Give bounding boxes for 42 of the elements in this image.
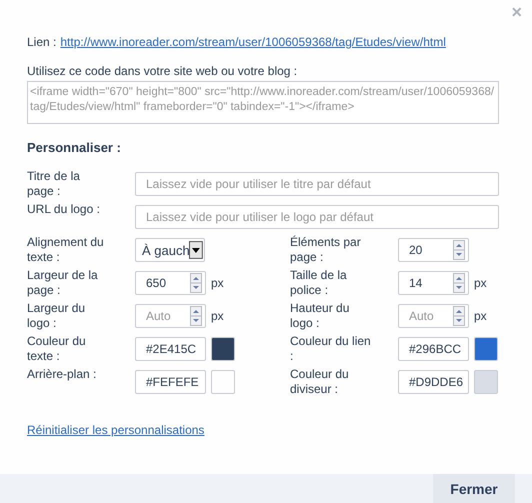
spinner-icon xyxy=(190,306,202,326)
color-field[interactable]: #2E415C xyxy=(135,337,206,361)
feed-link[interactable]: http://www.inoreader.com/stream/user/1006059368/tag/Etudes/view/html xyxy=(60,35,446,49)
embed-label: Utilisez ce code dans votre site web ou votre blog : xyxy=(27,64,298,78)
section-title: Personnaliser : xyxy=(27,140,122,155)
field-label: URL du logo : xyxy=(27,202,101,217)
caret-icon xyxy=(189,241,203,259)
number-field[interactable]: 20 xyxy=(398,238,469,262)
color-field[interactable]: #D9DDE6 xyxy=(398,370,469,394)
spinner-icon xyxy=(453,273,465,293)
alignment-dropdown[interactable]: À gauch xyxy=(135,238,205,262)
input-field[interactable]: Laissez vide pour utiliser le logo par défaut xyxy=(135,205,499,229)
unit-label: px xyxy=(211,276,224,290)
spinner-icon xyxy=(453,240,465,260)
close-dialog-button[interactable]: Fermer xyxy=(433,474,515,503)
spinner-icon xyxy=(190,273,202,293)
field-label: Couleur du texte : xyxy=(27,334,87,364)
unit-label: px xyxy=(211,309,224,323)
color-swatch[interactable] xyxy=(211,370,235,394)
spinner-icon xyxy=(453,306,465,326)
field-label: Alignement du texte : xyxy=(27,235,105,265)
field-label: Couleur du lien : xyxy=(290,334,372,364)
field-label: Largeur du logo : xyxy=(27,301,86,331)
color-swatch[interactable] xyxy=(211,337,235,361)
color-swatch[interactable] xyxy=(474,370,498,394)
unit-label: px xyxy=(474,309,487,323)
field-label: Hauteur du logo : xyxy=(290,301,350,331)
input-field[interactable]: Laissez vide pour utiliser le titre par défaut xyxy=(135,172,499,196)
number-field[interactable]: 650 xyxy=(135,271,206,295)
field-label: Titre de la page : xyxy=(27,169,81,199)
color-field[interactable]: #FEFEFE xyxy=(135,370,206,394)
color-field[interactable]: #296BCC xyxy=(398,337,469,361)
link-label: Lien : xyxy=(27,35,56,49)
field-label: Éléments par page : xyxy=(290,235,362,265)
field-label: Taille de la police : xyxy=(290,268,348,298)
field-label: Arrière-plan : xyxy=(27,367,98,382)
color-swatch[interactable] xyxy=(474,337,498,361)
number-field[interactable]: 14 xyxy=(398,271,469,295)
reset-link[interactable]: Réinitialiser les personnalisations xyxy=(27,423,204,437)
field-label: Couleur du diviseur : xyxy=(290,367,350,397)
unit-label: px xyxy=(474,276,487,290)
field-label: Largeur de la page : xyxy=(27,268,99,298)
